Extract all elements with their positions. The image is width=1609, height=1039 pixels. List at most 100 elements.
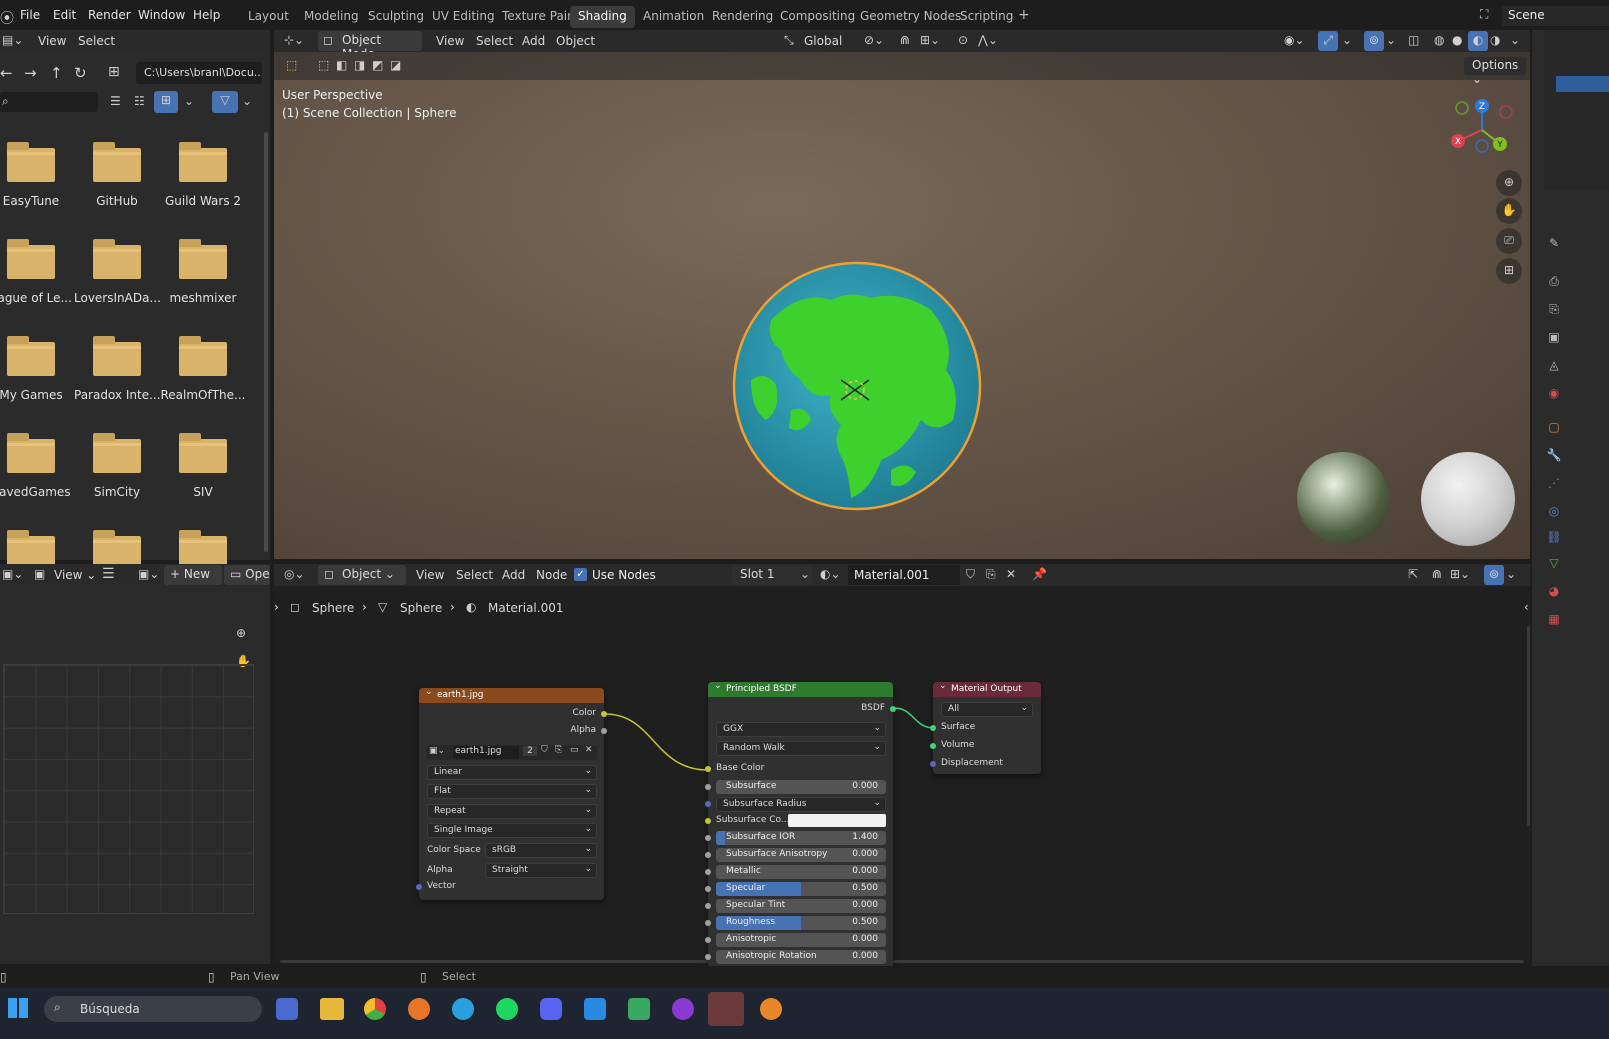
- perspective-toggle-icon[interactable]: ⊞: [1496, 258, 1522, 284]
- terminal-icon[interactable]: [708, 992, 744, 1026]
- metallic-socket[interactable]: [705, 869, 711, 875]
- subsurface-socket[interactable]: [705, 784, 711, 790]
- distribution-dropdown[interactable]: GGX: [716, 722, 886, 737]
- zoom-icon[interactable]: ⊕: [1496, 170, 1522, 196]
- overlays-dropdown-icon[interactable]: ⌄: [1506, 567, 1516, 581]
- folder-item[interactable]: LoversInADa...: [74, 239, 160, 305]
- tool-icon[interactable]: ✎: [1546, 236, 1562, 252]
- anisotropic-socket[interactable]: [705, 937, 711, 943]
- tab-sculpting[interactable]: Sculpting: [360, 6, 432, 28]
- folder-item[interactable]: SavedGames: [0, 433, 74, 499]
- proportional-falloff-icon[interactable]: ⋀⌄: [978, 33, 998, 47]
- material-output-node[interactable]: Material Output All Surface Volume Displ…: [930, 681, 1041, 774]
- use-nodes-checkbox[interactable]: ✓: [574, 568, 587, 581]
- volume-input-socket[interactable]: [930, 743, 936, 749]
- tab-uv-editing[interactable]: UV Editing: [424, 6, 503, 28]
- folder-item[interactable]: SIV: [160, 433, 246, 499]
- list-view-icon[interactable]: ☰: [110, 94, 121, 108]
- open-image-button[interactable]: ▭ Oper: [224, 565, 270, 585]
- folder-item[interactable]: eague of Le...: [0, 239, 74, 305]
- wireframe-shading-icon[interactable]: ◍: [1434, 33, 1444, 47]
- folder-item[interactable]: Paradox Inte...: [74, 336, 160, 402]
- camera-view-icon[interactable]: ⎚: [1496, 228, 1522, 254]
- snap-element-icon[interactable]: ⊞⌄: [1450, 567, 1470, 581]
- roughness-field[interactable]: Roughness 0.500: [716, 916, 886, 930]
- ne-menu-node[interactable]: Node: [536, 568, 567, 582]
- rendered-shading-icon[interactable]: ◑: [1490, 33, 1500, 47]
- tab-shading[interactable]: Shading: [570, 6, 635, 28]
- select-intersect-icon[interactable]: ◪: [390, 58, 401, 72]
- tab-layout[interactable]: Layout: [240, 6, 297, 28]
- menu-file[interactable]: File: [20, 8, 40, 22]
- spotify-icon[interactable]: [496, 998, 518, 1020]
- render-props-icon[interactable]: ⎙: [1546, 274, 1562, 290]
- physics-props-icon[interactable]: ◎: [1546, 504, 1562, 520]
- material-name-field[interactable]: Material.001: [848, 565, 960, 585]
- editor-type-icon[interactable]: ▤⌄: [2, 33, 23, 47]
- subsurface-ior-field[interactable]: Subsurface IOR 1.400: [716, 831, 886, 845]
- editor-type-icon[interactable]: ▣⌄: [2, 567, 23, 581]
- source-dropdown[interactable]: Single Image: [427, 823, 597, 838]
- vp-menu-select[interactable]: Select: [476, 34, 513, 48]
- folder-item[interactable]: GitHub: [74, 142, 160, 208]
- firefox-icon[interactable]: [408, 998, 430, 1020]
- modifier-props-icon[interactable]: 🔧: [1546, 448, 1562, 464]
- vp-menu-view[interactable]: View: [436, 34, 464, 48]
- material-shading-icon[interactable]: ◐: [1468, 31, 1488, 51]
- add-workspace-button[interactable]: +: [1010, 4, 1038, 26]
- ie-view-dropdown[interactable]: View ⌄: [54, 568, 96, 582]
- tab-compositing[interactable]: Compositing: [772, 6, 863, 28]
- editor-type-icon[interactable]: ◎⌄: [284, 567, 305, 581]
- tab-modeling[interactable]: Modeling: [296, 6, 367, 28]
- select-extend-icon[interactable]: ◧: [336, 58, 347, 72]
- select-subtract-icon[interactable]: ◨: [354, 58, 365, 72]
- displacement-input-socket[interactable]: [930, 761, 936, 767]
- parent-node-tree-icon[interactable]: ⇱: [1408, 567, 1418, 581]
- gizmo-dropdown-icon[interactable]: ⌄: [1342, 33, 1352, 47]
- folder-item[interactable]: Guild Wars 2: [160, 142, 246, 208]
- overlays-icon[interactable]: ⊚: [1484, 565, 1504, 585]
- alpha-mode-dropdown[interactable]: Straight: [485, 863, 597, 878]
- image-texture-node[interactable]: earth1.jpg Color Alpha ▣⌄ earth1.jpg 2 ⛉…: [416, 687, 607, 900]
- parent-dir-icon[interactable]: ↑: [50, 64, 63, 82]
- chrome-icon[interactable]: [364, 998, 386, 1020]
- forward-arrow-icon[interactable]: →: [24, 64, 37, 82]
- alpha-output-socket[interactable]: [601, 728, 607, 734]
- menu-window[interactable]: Window: [138, 8, 185, 22]
- ne-menu-select[interactable]: Select: [456, 568, 493, 582]
- subsurface-radius-socket[interactable]: [705, 801, 711, 807]
- snap-icon[interactable]: ⋒: [1432, 567, 1442, 581]
- transform-orientation-dropdown[interactable]: Global: [804, 34, 842, 48]
- tab-rendering[interactable]: Rendering: [704, 6, 781, 28]
- particles-props-icon[interactable]: ⋰: [1546, 476, 1562, 492]
- menu-edit[interactable]: Edit: [53, 8, 76, 22]
- unlink-icon[interactable]: ✕: [585, 745, 593, 755]
- ne-menu-add[interactable]: Add: [502, 568, 525, 582]
- file-browser-scrollbar[interactable]: [264, 132, 268, 552]
- folder-item[interactable]: meshmixer: [160, 239, 246, 305]
- node-editor-area[interactable]: › ◻ Sphere › ▽ Sphere › ◐ Material.001 ‹…: [274, 586, 1530, 968]
- vscode-icon[interactable]: [584, 998, 606, 1020]
- projection-dropdown[interactable]: Flat: [427, 784, 597, 799]
- git-tool-icon[interactable]: [628, 998, 650, 1020]
- hamburger-menu-icon[interactable]: ☰: [102, 566, 115, 582]
- metallic-field[interactable]: Metallic 0.000: [716, 865, 886, 879]
- scene-field[interactable]: Scene: [1502, 6, 1609, 26]
- short-list-icon[interactable]: ☷: [134, 94, 145, 108]
- color-space-dropdown[interactable]: sRGB: [485, 843, 597, 858]
- back-arrow-icon[interactable]: ←: [0, 64, 13, 82]
- vp-menu-add[interactable]: Add: [522, 34, 545, 48]
- specular-field[interactable]: Specular 0.500: [716, 882, 886, 896]
- proportional-edit-icon[interactable]: ⊙: [958, 33, 968, 47]
- material-browse-icon[interactable]: ◐⌄: [820, 567, 841, 581]
- bsdf-output-socket[interactable]: [890, 706, 896, 712]
- subsurface-method-dropdown[interactable]: Random Walk: [716, 741, 886, 756]
- extension-dropdown[interactable]: Repeat: [427, 804, 597, 819]
- navigation-gizmo[interactable]: Z X Y: [1446, 96, 1518, 156]
- app-purple-icon[interactable]: [672, 998, 694, 1020]
- material-props-icon[interactable]: ◕: [1546, 584, 1562, 600]
- interpolation-dropdown[interactable]: Linear: [427, 765, 597, 780]
- principled-bsdf-node[interactable]: Principled BSDF BSDF GGX Random Walk Bas…: [705, 681, 896, 968]
- sort-dropdown-icon[interactable]: ⌄: [184, 94, 194, 108]
- folder-item[interactable]: EasyTune: [0, 142, 74, 208]
